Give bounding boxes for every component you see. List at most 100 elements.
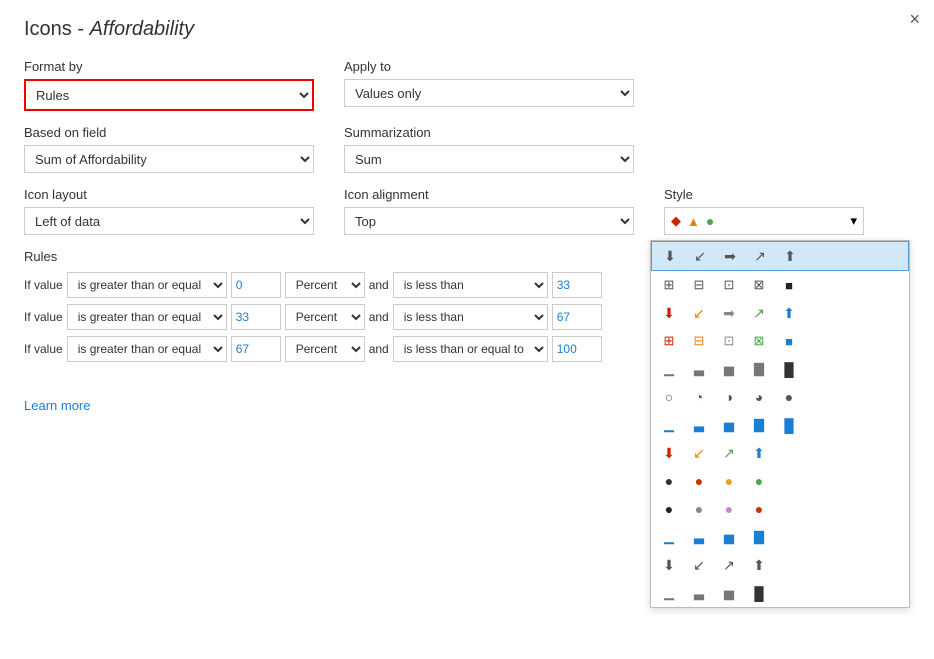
icon-circle-orange[interactable]: ● [715, 469, 743, 493]
learn-more-link[interactable]: Learn more [24, 398, 90, 413]
icon-circle-red[interactable]: ● [685, 469, 713, 493]
icon-up-blue[interactable]: ⬆ [775, 301, 803, 325]
icon-bar-blue4[interactable]: ▇ [745, 413, 773, 437]
icon-bar5[interactable]: █ [775, 357, 803, 381]
icon-downleft-gray[interactable]: ↙ [686, 244, 714, 268]
style-picker-panel: ⬇ ↙ ➡ ↗ ⬆ ⊞ ⊟ ⊡ ⊠ ■ ⬇ ↙ ➡ ↗ ⬆ ⊞ ⊟ ⊡ ⊠ [650, 240, 910, 608]
format-by-select[interactable]: Rules Field value Color scale [26, 81, 312, 109]
icon-sq1[interactable]: ⊞ [655, 273, 683, 297]
icon4-down-red[interactable]: ⬇ [655, 441, 683, 465]
icon4-up-blue[interactable]: ⬆ [745, 441, 773, 465]
icon-right-gray[interactable]: ➡ [715, 301, 743, 325]
icon-sq-orange[interactable]: ⊟ [685, 329, 713, 353]
icon-sq-red[interactable]: ⊞ [655, 329, 683, 353]
style-row-bars-blue5[interactable]: ▁ ▃ ▅ ▇ █ [651, 411, 909, 439]
icon-sq5[interactable]: ■ [775, 273, 803, 297]
rule1-condition2-select[interactable]: is less than is less than or equal to is… [393, 272, 548, 298]
icon-sq2[interactable]: ⊟ [685, 273, 713, 297]
style-row-squares-color[interactable]: ⊞ ⊟ ⊡ ⊠ ■ [651, 327, 909, 355]
icon-bar4-blue3[interactable]: ▅ [715, 525, 743, 549]
rule1-unit-select[interactable]: Percent Number [285, 272, 365, 298]
apply-to-select[interactable]: Values only Headers only Values and head… [344, 79, 634, 107]
icon-bar4-blue4[interactable]: ▇ [745, 525, 773, 549]
icon-down-red[interactable]: ⬇ [655, 301, 683, 325]
icon-bar-blue3[interactable]: ▅ [715, 413, 743, 437]
icon4g-down[interactable]: ⬇ [655, 553, 683, 577]
icon4g-upright[interactable]: ↗ [715, 553, 743, 577]
style-row-arrows4-color[interactable]: ⬇ ↙ ↗ ⬆ [651, 439, 909, 467]
style-row-squares-gray[interactable]: ⊞ ⊟ ⊡ ⊠ ■ [651, 271, 909, 299]
rule2-value2-input[interactable] [552, 304, 602, 330]
icon-alignment-select[interactable]: Top Middle Bottom [344, 207, 634, 235]
style-row-bars-gray4[interactable]: ▁ ▃ ▅ █ [651, 579, 909, 607]
icon-pie1[interactable]: ◔ [685, 385, 713, 409]
style-row-selected[interactable]: ⬇ ↙ ➡ ↗ ⬆ [651, 241, 909, 271]
icon4g-up[interactable]: ⬆ [745, 553, 773, 577]
rule2-value1-input[interactable] [231, 304, 281, 330]
icon-pie0[interactable]: ○ [655, 385, 683, 409]
icon-pie2[interactable]: ◑ [715, 385, 743, 409]
style-row-circles4-color2[interactable]: ● ● ● ● [651, 495, 909, 523]
icon-sq4[interactable]: ⊠ [745, 273, 773, 297]
rule3-value2-input[interactable] [552, 336, 602, 362]
icon-sq3[interactable]: ⊡ [715, 273, 743, 297]
icon-sq-blue[interactable]: ■ [775, 329, 803, 353]
icon-bar2[interactable]: ▃ [685, 357, 713, 381]
icon-circle-gray[interactable]: ● [685, 497, 713, 521]
icon-bar4-blue2[interactable]: ▃ [685, 525, 713, 549]
icon-bar4-blue1[interactable]: ▁ [655, 525, 683, 549]
icon-bar-blue5[interactable]: █ [775, 413, 803, 437]
icon-barg3[interactable]: ▅ [715, 581, 743, 605]
icon4-upright-green[interactable]: ↗ [715, 441, 743, 465]
rule2-unit-select[interactable]: Percent Number [285, 304, 365, 330]
icon-circle-black[interactable]: ● [655, 497, 683, 521]
summarization-select[interactable]: Sum Average Min Max [344, 145, 634, 173]
style-row-bars-gray5[interactable]: ▁ ▃ ▅ ▇ █ [651, 355, 909, 383]
icon-circle-green[interactable]: ● [745, 469, 773, 493]
icon-bar-blue2[interactable]: ▃ [685, 413, 713, 437]
icon-right-gray[interactable]: ➡ [716, 244, 744, 268]
icon-circle-red2[interactable]: ● [745, 497, 773, 521]
icon-bar4[interactable]: ▇ [745, 357, 773, 381]
rule3-condition1-select[interactable]: is greater than or equal to is greater t… [67, 336, 227, 362]
style-preview-select[interactable]: ◆ ▲ ● ▾ [664, 207, 864, 235]
icon-layout-select[interactable]: Left of data Right of data Data only [24, 207, 314, 235]
icon-sq-green[interactable]: ⊠ [745, 329, 773, 353]
rule1-value2-input[interactable] [552, 272, 602, 298]
icon-upright-green[interactable]: ↗ [745, 301, 773, 325]
rule2-condition2-select[interactable]: is less than is less than or equal to is… [393, 304, 548, 330]
icon-circle-dark[interactable]: ● [655, 469, 683, 493]
rule3-condition2-select[interactable]: is less than or equal to is less than is… [393, 336, 548, 362]
rule1-value1-input[interactable] [231, 272, 281, 298]
icon-bar3[interactable]: ▅ [715, 357, 743, 381]
icon-bar1[interactable]: ▁ [655, 357, 683, 381]
icon4-downleft-orange[interactable]: ↙ [685, 441, 713, 465]
icon-down-gray[interactable]: ⬇ [656, 244, 684, 268]
based-on-field-select[interactable]: Sum of Affordability [24, 145, 314, 173]
dialog-title: Icons - Affordability [24, 18, 910, 41]
icon-pie4[interactable]: ● [775, 385, 803, 409]
rule3-unit-select[interactable]: Percent Number [285, 336, 365, 362]
style-row-arrows-color[interactable]: ⬇ ↙ ➡ ↗ ⬆ [651, 299, 909, 327]
based-on-field-label: Based on field [24, 125, 314, 140]
icon-barg4[interactable]: █ [745, 581, 773, 605]
icon-barg1[interactable]: ▁ [655, 581, 683, 605]
icon-downleft-orange[interactable]: ↙ [685, 301, 713, 325]
icon-upright-gray[interactable]: ↗ [746, 244, 774, 268]
table-row: If value is greater than or equal to is … [24, 336, 644, 362]
rule1-condition1-select[interactable]: is greater than or equal to is greater t… [67, 272, 227, 298]
rule2-condition1-select[interactable]: is greater than or equal to is greater t… [67, 304, 227, 330]
icon-bar-blue1[interactable]: ▁ [655, 413, 683, 437]
icon-sq-gray[interactable]: ⊡ [715, 329, 743, 353]
style-row-circles4-color1[interactable]: ● ● ● ● [651, 467, 909, 495]
style-row-bars-blue4[interactable]: ▁ ▃ ▅ ▇ [651, 523, 909, 551]
style-row-pies[interactable]: ○ ◔ ◑ ◕ ● [651, 383, 909, 411]
close-button[interactable]: × [909, 10, 920, 28]
icon4g-downleft[interactable]: ↙ [685, 553, 713, 577]
icon-pie3[interactable]: ◕ [745, 385, 773, 409]
icon-circle-purple[interactable]: ● [715, 497, 743, 521]
icon-up-gray[interactable]: ⬆ [776, 244, 804, 268]
rule3-value1-input[interactable] [231, 336, 281, 362]
style-row-arrows4-gray[interactable]: ⬇ ↙ ↗ ⬆ [651, 551, 909, 579]
icon-barg2[interactable]: ▃ [685, 581, 713, 605]
